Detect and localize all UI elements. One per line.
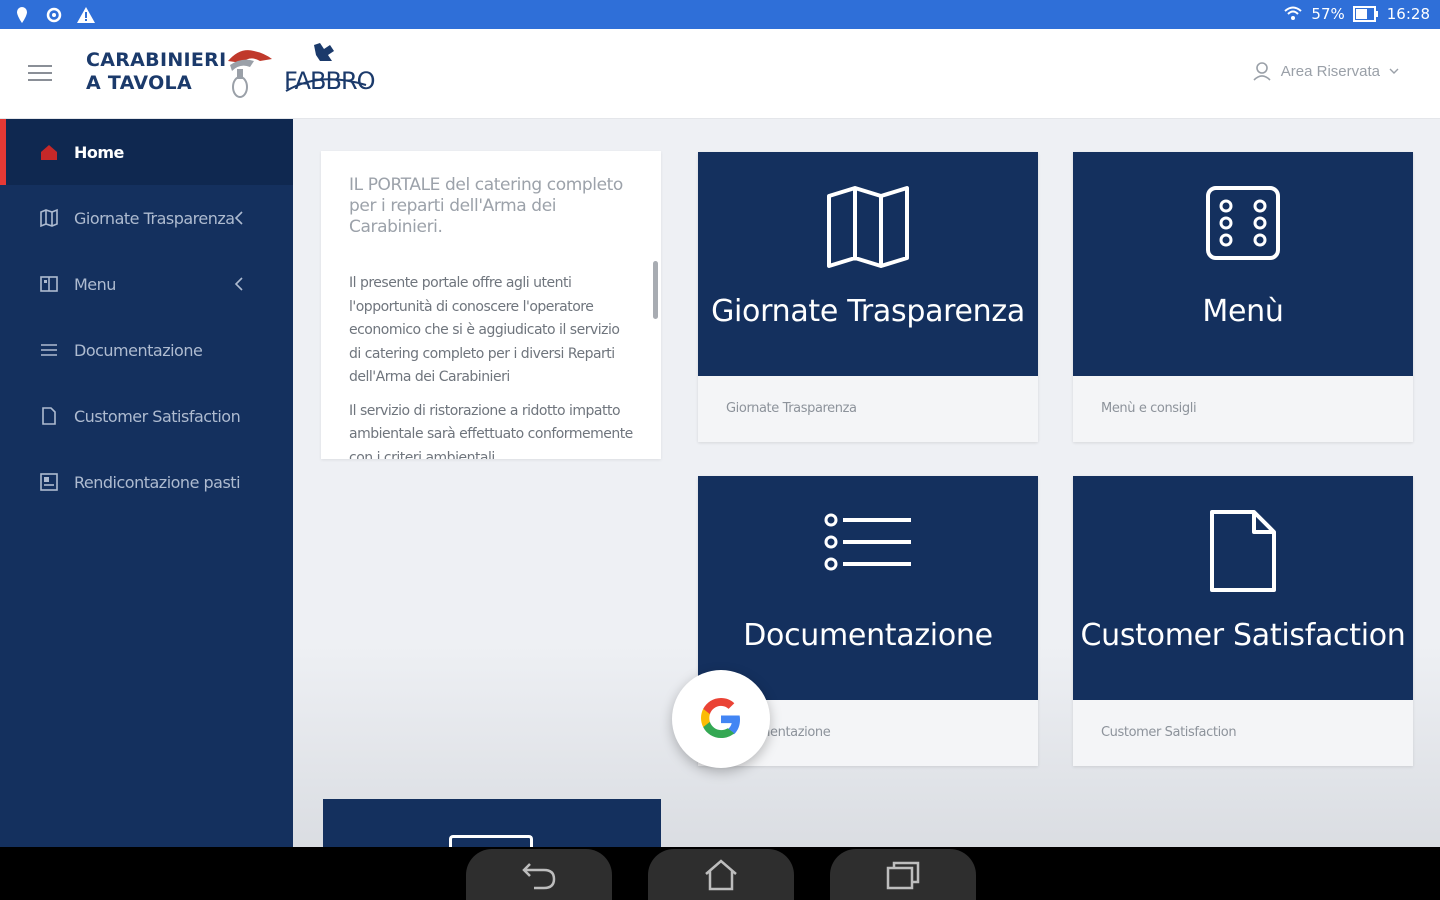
partial-card[interactable] [323, 799, 661, 847]
fabbro-logo-text: FABBRO [284, 67, 376, 95]
back-button[interactable] [466, 849, 612, 900]
intro-paragraph: Il presente portale offre agli utenti l'… [349, 275, 620, 385]
tile-header: Menù [1073, 152, 1413, 376]
sidebar-item-label: Giornate Trasparenza [74, 208, 235, 228]
tile-label: Menù [1202, 294, 1284, 329]
main-content: IL PORTALE del catering completo per i r… [293, 119, 1440, 847]
recents-icon [886, 861, 920, 890]
sidebar-item-menu[interactable]: Menu [0, 251, 293, 317]
hamburger-menu-icon[interactable] [28, 65, 52, 83]
battery-level: 57% [1311, 5, 1345, 23]
list-icon [38, 339, 60, 361]
tile-caption: Giornate Trasparenza [726, 401, 857, 416]
chevron-down-icon [1389, 68, 1399, 74]
google-assistant-button[interactable] [672, 670, 770, 768]
tile-label: Giornate Trasparenza [711, 294, 1025, 329]
back-icon [522, 863, 556, 890]
sidebar-item-label: Customer Satisfaction [74, 406, 241, 426]
sidebar-item-rendicontazione-pasti[interactable]: Rendicontazione pasti [0, 449, 293, 515]
clock: 16:28 [1386, 5, 1430, 23]
location-pin-icon [17, 7, 27, 23]
android-navigation-bar [0, 847, 1440, 900]
list-icon [824, 513, 911, 571]
chevron-left-icon [234, 277, 243, 291]
tile-header: Documentazione [698, 476, 1038, 700]
file-icon [1210, 510, 1276, 592]
app-header: CARABINIERI A TAVOLA FABBRO Area Riserva… [0, 29, 1440, 119]
user-icon [1253, 62, 1271, 81]
intro-card[interactable]: IL PORTALE del catering completo per i r… [321, 151, 661, 459]
brand-line-1: CARABINIERI [86, 49, 227, 71]
sidebar-item-home[interactable]: Home [0, 119, 293, 185]
tile-menu[interactable]: Menù Menù e consigli [1073, 152, 1413, 442]
tile-caption: Menù e consigli [1101, 401, 1197, 416]
brand-line-2: A TAVOLA [86, 72, 192, 94]
chevron-left-icon [234, 211, 243, 225]
sidebar-item-label: Documentazione [74, 340, 203, 360]
sidebar-item-label: Menu [74, 274, 116, 294]
status-bar-right: 57% 16:28 [1283, 4, 1430, 24]
home-icon [38, 141, 60, 163]
map-icon [827, 186, 909, 268]
map-icon [38, 207, 60, 229]
sidebar-nav: Home Giornate Trasparenza Menu Documenta… [0, 119, 293, 847]
book-icon [38, 273, 60, 295]
area-riservata-dropdown[interactable]: Area Riservata [1253, 61, 1400, 81]
sidebar-item-label: Rendicontazione pasti [74, 472, 241, 492]
tile-customer-satisfaction[interactable]: Customer Satisfaction Customer Satisfact… [1073, 476, 1413, 766]
battery-icon [1352, 6, 1378, 22]
google-icon [701, 698, 740, 738]
sync-icon [46, 7, 62, 23]
android-status-bar: 57% 16:28 [0, 0, 1440, 29]
tile-caption: Customer Satisfaction [1101, 725, 1237, 740]
tile-header: Customer Satisfaction [1073, 476, 1413, 700]
sidebar-item-documentazione[interactable]: Documentazione [0, 317, 293, 383]
sidebar-item-customer-satisfaction[interactable]: Customer Satisfaction [0, 383, 293, 449]
home-icon [705, 859, 737, 891]
intro-title: IL PORTALE del catering completo per i r… [349, 175, 623, 237]
report-icon [38, 471, 60, 493]
sidebar-item-giornate-trasparenza[interactable]: Giornate Trasparenza [0, 185, 293, 251]
tile-header: Giornate Trasparenza [698, 152, 1038, 376]
wifi-icon [1284, 6, 1303, 20]
tile-label: Documentazione [743, 618, 993, 653]
intro-scrollbar[interactable] [653, 261, 658, 319]
intro-paragraph: Il servizio di ristorazione a ridotto im… [349, 402, 633, 460]
home-button[interactable] [648, 849, 794, 900]
brand-logo-text[interactable]: CARABINIERI A TAVOLA [86, 49, 226, 95]
dice-icon [1206, 186, 1280, 260]
tile-giornate-trasparenza[interactable]: Giornate Trasparenza Giornate Trasparenz… [698, 152, 1038, 442]
tile-label: Customer Satisfaction [1080, 618, 1406, 653]
status-bar-left-icons [12, 5, 96, 25]
carabinieri-crest-icon [228, 50, 272, 98]
recents-button[interactable] [830, 849, 976, 900]
area-riservata-label: Area Riservata [1280, 62, 1380, 80]
sidebar-item-label: Home [74, 142, 124, 162]
file-icon [38, 405, 60, 427]
warning-icon [77, 7, 95, 23]
report-icon [449, 835, 533, 847]
